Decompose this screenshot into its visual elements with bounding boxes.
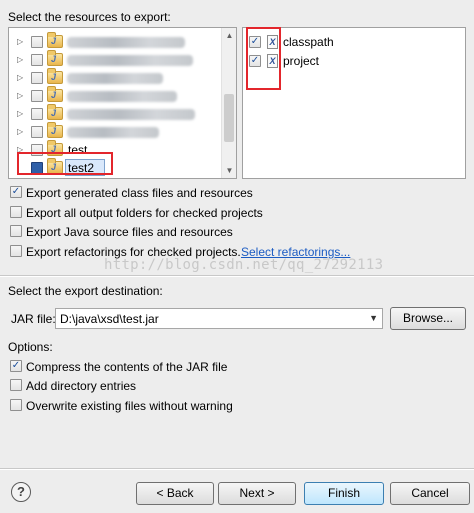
checkbox[interactable] (10, 225, 22, 237)
scroll-down-arrow-icon[interactable]: ▼ (222, 163, 236, 178)
scroll-up-arrow-icon[interactable]: ▲ (222, 28, 236, 43)
browse-button[interactable]: Browse... (390, 307, 466, 330)
expand-arrow-icon[interactable]: ▷ (17, 109, 23, 118)
help-icon[interactable]: ? (11, 482, 31, 502)
tree-item-checkbox[interactable] (31, 90, 43, 102)
option-label: Compress the contents of the JAR file (26, 360, 228, 374)
divider (0, 275, 474, 277)
export-output-folders-option[interactable]: Export all output folders for checked pr… (10, 205, 310, 221)
tree-item-checkbox[interactable] (31, 108, 43, 120)
java-project-icon: J (47, 68, 63, 84)
back-button[interactable]: < Back (136, 482, 214, 505)
expand-arrow-icon[interactable]: ▷ (17, 37, 23, 46)
checkbox[interactable] (10, 206, 22, 218)
blurred-project-name (67, 109, 195, 120)
checkbox[interactable] (10, 245, 22, 257)
option-label: Export all output folders for checked pr… (26, 206, 263, 220)
expand-arrow-icon[interactable]: ▷ (17, 55, 23, 64)
blurred-project-name (67, 37, 185, 48)
tree-item[interactable]: ▷ J (9, 68, 223, 87)
export-class-files-option[interactable]: ✓ Export generated class files and resou… (10, 185, 310, 201)
export-java-source-option[interactable]: Export Java source files and resources (10, 224, 310, 240)
tree-item-checkbox[interactable] (31, 72, 43, 84)
jar-file-value: D:\java\xsd\test.jar (60, 312, 159, 326)
tree-item[interactable]: ▷ J (9, 104, 223, 123)
checkbox[interactable]: ✓ (10, 360, 22, 372)
destination-heading: Select the export destination: (8, 284, 163, 298)
java-project-icon: J (47, 86, 63, 102)
tree-item-checkbox[interactable] (31, 126, 43, 138)
option-label: Export generated class files and resourc… (26, 186, 253, 200)
highlight-box-checkboxes (246, 27, 281, 90)
tree-item[interactable]: ▷ J (9, 122, 223, 141)
highlight-box-test2 (17, 152, 113, 175)
overwrite-option[interactable]: Overwrite existing files without warning (10, 398, 310, 414)
tree-item-checkbox[interactable] (31, 36, 43, 48)
next-button[interactable]: Next > (218, 482, 296, 505)
scrollbar-thumb[interactable] (224, 94, 234, 142)
checkbox[interactable]: ✓ (10, 186, 22, 198)
expand-arrow-icon[interactable]: ▷ (17, 127, 23, 136)
expand-arrow-icon[interactable]: ▷ (17, 91, 23, 100)
option-label: Export Java source files and resources (26, 225, 233, 239)
blurred-project-name (67, 55, 193, 66)
blurred-project-name (67, 73, 163, 84)
tree-item-checkbox[interactable] (31, 54, 43, 66)
checkbox[interactable] (10, 379, 22, 391)
divider (0, 468, 474, 470)
java-project-icon: J (47, 122, 63, 138)
options-heading: Options: (8, 340, 53, 354)
cancel-button[interactable]: Cancel (390, 482, 470, 505)
watermark: http://blog.csdn.net/qq_27292113 (104, 257, 384, 273)
dropdown-arrow-icon[interactable]: ▼ (369, 313, 378, 323)
blurred-project-name (67, 91, 177, 102)
java-project-icon: J (47, 50, 63, 66)
tree-item[interactable]: ▷ J (9, 32, 223, 51)
file-item-label: project (283, 54, 320, 68)
jar-file-label: JAR file: (11, 312, 56, 326)
option-label: Overwrite existing files without warning (26, 399, 233, 413)
finish-button[interactable]: Finish (304, 482, 384, 505)
tree-scrollbar[interactable]: ▲ ▼ (221, 28, 236, 178)
java-project-icon: J (47, 104, 63, 120)
jar-file-combo[interactable]: D:\java\xsd\test.jar ▼ (55, 308, 383, 329)
expand-arrow-icon[interactable]: ▷ (17, 73, 23, 82)
option-label: Add directory entries (26, 379, 137, 393)
compress-option[interactable]: ✓ Compress the contents of the JAR file (10, 359, 310, 375)
file-item-label: classpath (283, 35, 334, 49)
directory-entries-option[interactable]: Add directory entries (10, 378, 310, 394)
java-project-icon: J (47, 32, 63, 48)
tree-item[interactable]: ▷ J (9, 50, 223, 69)
checkbox[interactable] (10, 399, 22, 411)
blurred-project-name (67, 127, 159, 138)
tree-item[interactable]: ▷ J (9, 86, 223, 105)
resources-heading: Select the resources to export: (8, 10, 171, 24)
